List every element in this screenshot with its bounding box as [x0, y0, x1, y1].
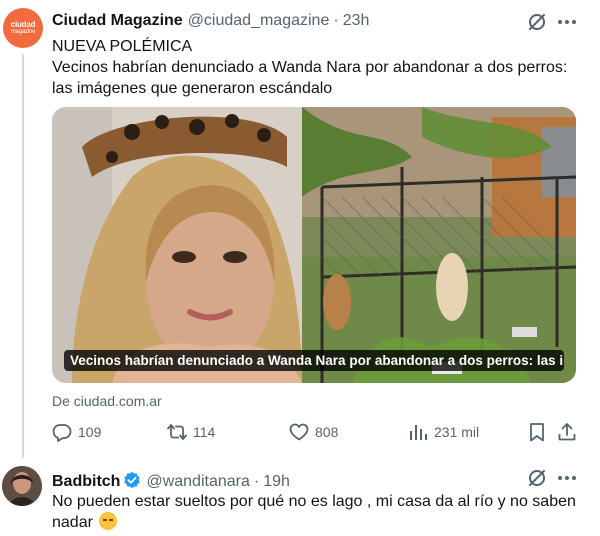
retweet-count: 114 — [193, 424, 216, 440]
action-bar: 109 114 808 231 mil — [52, 420, 580, 444]
tweet-text: No pueden estar sueltos por qué no es la… — [52, 493, 576, 531]
retweet-button[interactable]: 114 — [167, 420, 215, 444]
retweet-icon — [167, 424, 187, 440]
share-button[interactable] — [557, 420, 583, 444]
timestamp[interactable]: 19h — [263, 473, 290, 491]
relieved-face-emoji — [99, 512, 118, 530]
author-name[interactable]: Badbitch — [52, 473, 120, 491]
like-button[interactable]: 808 — [289, 420, 338, 444]
views-count: 231 mil — [434, 424, 480, 440]
avatar[interactable]: ciudad magazine — [3, 8, 43, 48]
link-card[interactable]: Vecinos habrían denunciado a Wanda Nara … — [52, 107, 576, 383]
tweet-tag-text: NUEVA POLÉMICA — [52, 38, 193, 55]
grok-icon[interactable] — [527, 12, 547, 32]
verified-badge-icon — [124, 471, 141, 489]
reply-icon — [52, 424, 72, 442]
more-icon[interactable] — [556, 12, 578, 32]
author-handle[interactable]: @wanditanara — [146, 473, 249, 491]
tweet-header: Badbitch @wanditanara · 19h — [52, 468, 290, 491]
like-icon — [289, 423, 309, 441]
like-count: 808 — [315, 424, 339, 440]
card-caption: Vecinos habrían denunciado a Wanda Nara … — [64, 350, 564, 371]
reply-button[interactable]: 109 — [52, 420, 101, 444]
thread-line — [22, 54, 24, 458]
separator-dot: · — [253, 473, 260, 490]
avatar-text-line2: magazine — [10, 28, 36, 35]
tweet-text-container: No pueden estar sueltos por qué no es la… — [52, 491, 582, 533]
bookmark-button[interactable] — [527, 420, 553, 444]
tweet-text: Vecinos habrían denunciado a Wanda Nara … — [52, 59, 568, 97]
avatar-text-line1: ciudad — [10, 19, 36, 29]
tweet-reply[interactable]: Badbitch @wanditanara · 19h No pueden es… — [0, 458, 600, 536]
grok-icon[interactable] — [527, 468, 547, 488]
bookmark-icon — [530, 423, 544, 442]
tweet-main[interactable]: ciudad magazine Ciudad Magazine @ciudad_… — [0, 0, 600, 458]
tweet-header: Ciudad Magazine @ciudad_magazine · 23h — [52, 12, 369, 30]
card-image — [52, 107, 576, 383]
reply-count: 109 — [78, 424, 102, 440]
share-icon — [558, 423, 576, 441]
avatar[interactable] — [2, 466, 42, 506]
views-button[interactable]: 231 mil — [408, 420, 479, 444]
separator-dot: · — [333, 12, 339, 29]
author-handle[interactable]: @ciudad_magazine — [188, 12, 330, 30]
views-icon — [410, 425, 427, 440]
author-name[interactable]: Ciudad Magazine — [52, 12, 183, 30]
card-source[interactable]: De ciudad.com.ar — [52, 393, 162, 409]
more-icon[interactable] — [556, 468, 578, 488]
timestamp[interactable]: 23h — [343, 12, 370, 30]
